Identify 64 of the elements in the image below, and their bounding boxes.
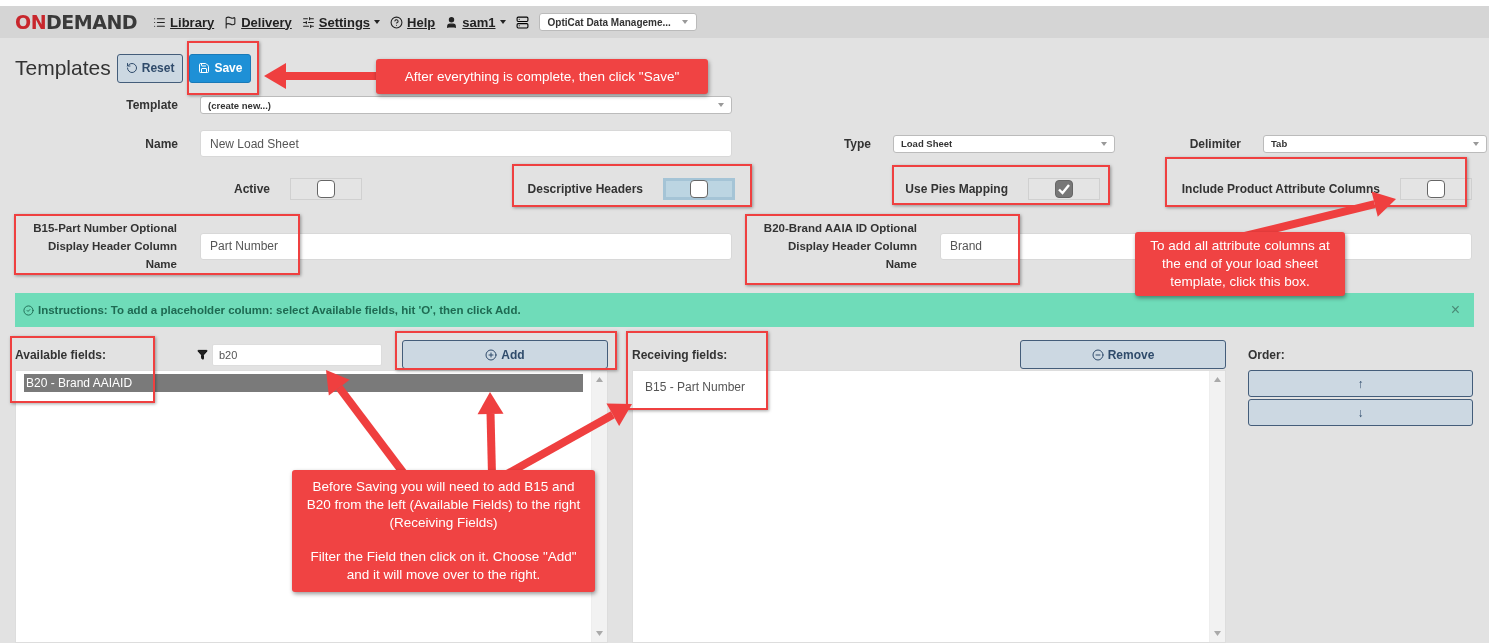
nav-link[interactable]: Delivery xyxy=(224,14,292,30)
field-label: Template xyxy=(125,97,179,114)
toggle[interactable] xyxy=(663,178,735,200)
order-button[interactable]: ↑ xyxy=(1248,370,1473,397)
list-label: Order: xyxy=(1248,347,1285,362)
nav-link[interactable]: Library xyxy=(153,14,215,30)
caret-icon xyxy=(681,20,688,24)
catalog-select[interactable]: OptiCat Data Manageme... xyxy=(538,13,697,31)
reset-icon xyxy=(125,62,138,74)
header-name-field[interactable]: Part Number xyxy=(200,232,732,260)
list-label: Receiving fields: xyxy=(632,347,728,362)
list-item[interactable]: B20 - Brand AAIAID xyxy=(24,374,583,392)
field-label: B15-Part Number Optional Display Header Column Name xyxy=(32,221,177,272)
remove-button[interactable]: Remove xyxy=(1020,340,1226,369)
checkbox[interactable] xyxy=(1055,180,1073,198)
page-title: Templates xyxy=(15,56,111,80)
help-icon xyxy=(390,15,404,29)
order-button[interactable]: ↓ xyxy=(1248,399,1473,426)
field-label: Name xyxy=(144,135,179,153)
toggle[interactable] xyxy=(290,178,362,200)
instructions-text: Instructions: To add a placeholder column: select Available fields, hit 'O', then click Add. xyxy=(23,304,521,316)
add-button[interactable]: Add xyxy=(402,340,608,369)
toggle[interactable] xyxy=(1028,178,1100,200)
caret-icon xyxy=(1101,141,1107,146)
highlight-frame xyxy=(187,41,259,95)
check-icon xyxy=(1057,182,1071,196)
caret-icon xyxy=(1473,141,1479,146)
brand-logo[interactable]: ONDEMAND xyxy=(15,11,138,33)
name-field[interactable]: New Load Sheet xyxy=(200,130,732,157)
nav-link[interactable]: Help xyxy=(390,14,436,30)
type-select[interactable]: Load Sheet xyxy=(893,134,1115,153)
user-icon xyxy=(445,15,459,29)
field-label: Type xyxy=(842,135,872,153)
checkbox[interactable] xyxy=(317,180,335,198)
callout-text: Before Saving you will need to add B15 and B20 from the left (Available Fields) to the right (Receiving Fields) xyxy=(305,478,582,532)
checkbox[interactable] xyxy=(1427,180,1445,198)
plus-icon xyxy=(485,348,498,361)
minus-icon xyxy=(1091,348,1104,361)
server-icon xyxy=(515,15,529,29)
callout-text: After everything is complete, then click "Save" xyxy=(403,67,681,86)
toggle-label: Descriptive Headers xyxy=(527,182,643,196)
caret-icon xyxy=(718,103,724,107)
save-icon xyxy=(198,62,211,74)
nav-link[interactable]: Settings xyxy=(301,14,381,30)
field-label: B20-Brand AAIA ID Optional Display Header Column Name xyxy=(762,221,917,272)
nav-link[interactable]: sam1 xyxy=(445,14,506,30)
list-label: Available fields: xyxy=(15,347,106,362)
check-circle-icon xyxy=(23,304,34,316)
list-icon xyxy=(153,15,167,29)
template-select[interactable]: (create new...) xyxy=(200,96,732,114)
toggle[interactable] xyxy=(1400,178,1472,200)
filter-field[interactable]: b20 xyxy=(212,343,382,366)
reset-button[interactable]: Reset xyxy=(116,53,184,83)
toggle-label: Include Product Attribute Columns xyxy=(1181,182,1380,196)
toggle-label: Active xyxy=(233,182,270,196)
toggle-label: Use Pies Mapping xyxy=(905,182,1008,196)
callout-text: Filter the Field then click on it. Choose "Add" and it will move over to the right. xyxy=(309,548,578,584)
checkbox[interactable] xyxy=(690,180,708,198)
sliders-icon xyxy=(301,15,315,29)
list-item[interactable]: B15 - Part Number xyxy=(641,374,1201,392)
filter-icon xyxy=(197,349,208,360)
flag-icon xyxy=(224,15,238,29)
delimiter-select[interactable]: Tab xyxy=(1263,134,1487,153)
field-label: Delimiter xyxy=(1188,135,1242,153)
